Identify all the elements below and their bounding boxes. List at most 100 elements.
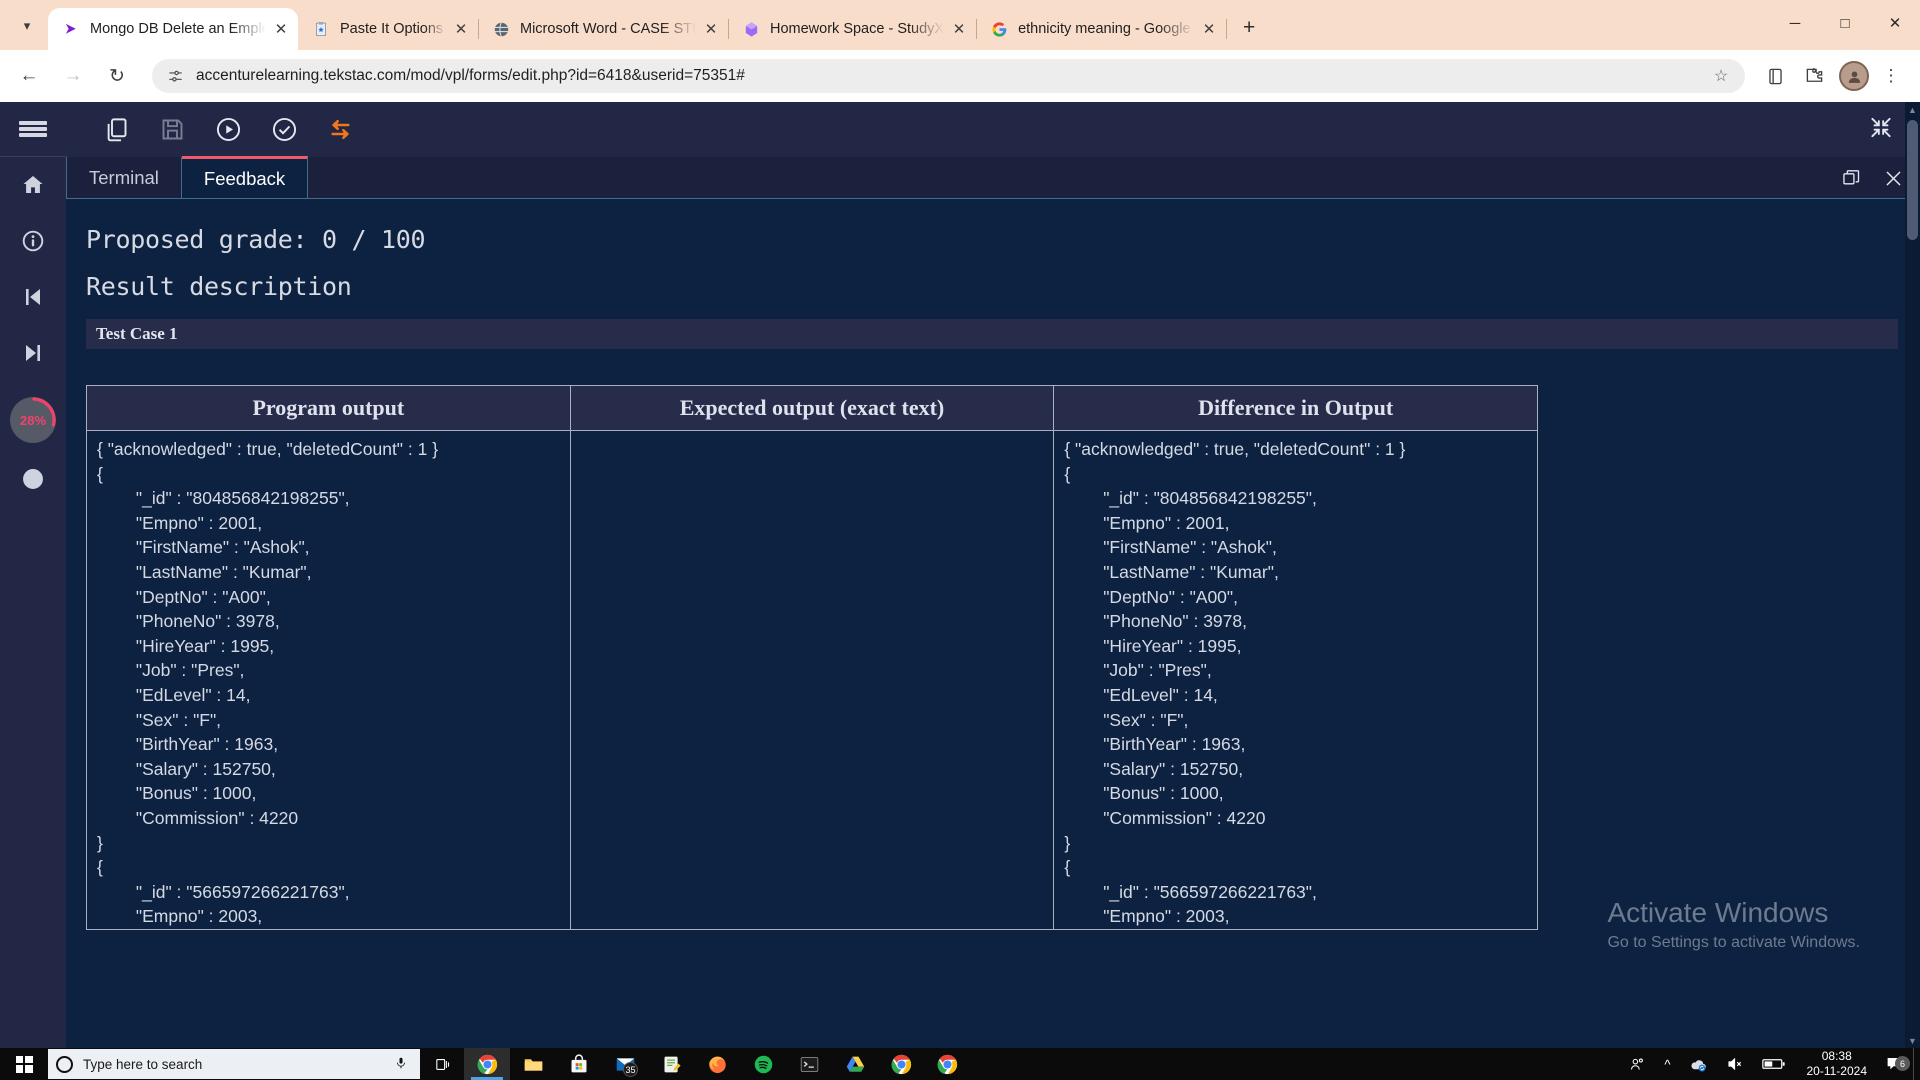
windows-taskbar: Type here to search 35 ^ 08:38 20-11-202… xyxy=(0,1048,1920,1080)
sidebar-item-previous[interactable] xyxy=(0,269,66,325)
progress-percent: 28% xyxy=(19,412,47,428)
system-tray: ^ 08:38 20-11-2024 6 xyxy=(1620,1048,1920,1080)
microphone-icon[interactable] xyxy=(394,1056,408,1073)
cortana-icon xyxy=(56,1055,73,1073)
main-column: Terminal Feedback Proposed grade: 0 / 10… xyxy=(66,102,1920,1048)
tab-close-icon[interactable]: ✕ xyxy=(1198,18,1220,40)
scroll-down-arrow-icon[interactable]: ▼ xyxy=(1905,1033,1920,1048)
tab-close-icon[interactable]: ✕ xyxy=(700,18,722,40)
tab-strip: ▾ Mongo DB Delete an Employee ✕ Paste It… xyxy=(0,0,1920,50)
tab-title: Paste It Options xyxy=(340,21,444,37)
chrome-icon-3 xyxy=(936,1053,958,1075)
task-view-icon[interactable] xyxy=(420,1048,464,1080)
menu-icon[interactable] xyxy=(0,102,66,157)
info-icon xyxy=(22,230,44,252)
watermark-subtitle: Go to Settings to activate Windows. xyxy=(1607,934,1860,951)
sidebar-item-home[interactable] xyxy=(0,157,66,213)
page-scrollbar[interactable]: ▲ ▼ xyxy=(1905,102,1920,1048)
sidebar-item-info[interactable] xyxy=(0,213,66,269)
tab-close-icon[interactable]: ✕ xyxy=(948,18,970,40)
show-desktop-button[interactable] xyxy=(1913,1048,1920,1080)
microsoft-store-icon[interactable] xyxy=(556,1048,602,1080)
reading-list-icon[interactable] xyxy=(1758,59,1792,93)
collapse-arrows-icon[interactable] xyxy=(1868,114,1894,145)
taskbar-clock[interactable]: 08:38 20-11-2024 xyxy=(1795,1049,1880,1079)
word-globe-icon xyxy=(492,20,510,38)
notification-count-badge: 6 xyxy=(1895,1056,1910,1071)
scroll-up-arrow-icon[interactable]: ▲ xyxy=(1905,102,1920,117)
maximize-button[interactable]: □ xyxy=(1820,1,1870,45)
people-icon[interactable] xyxy=(1620,1048,1655,1080)
notes-icon[interactable] xyxy=(648,1048,694,1080)
onedrive-icon[interactable] xyxy=(1680,1048,1717,1080)
spotify-icon[interactable] xyxy=(740,1048,786,1080)
browser-tab-4[interactable]: ethnicity meaning - Google Sea ✕ xyxy=(976,8,1228,50)
evaluate-icon[interactable] xyxy=(256,108,312,152)
chrome-window-icon[interactable] xyxy=(878,1048,924,1080)
bookmark-star-icon[interactable]: ☆ xyxy=(1709,64,1733,88)
drive-icon[interactable] xyxy=(832,1048,878,1080)
browser-tab-1[interactable]: Paste It Options ✕ xyxy=(298,8,479,50)
volume-muted-icon[interactable] xyxy=(1717,1048,1753,1080)
tab-close-icon[interactable]: ✕ xyxy=(450,18,472,40)
run-icon[interactable] xyxy=(200,108,256,152)
browser-tab-0[interactable]: Mongo DB Delete an Employee ✕ xyxy=(48,8,298,50)
forward-button[interactable]: → xyxy=(56,59,90,93)
extensions-icon[interactable] xyxy=(1797,59,1831,93)
new-tab-button[interactable]: + xyxy=(1234,13,1264,43)
mail-badge-count: 35 xyxy=(623,1062,638,1077)
file-explorer-icon[interactable] xyxy=(510,1048,556,1080)
taskbar-search-input[interactable]: Type here to search xyxy=(48,1049,420,1079)
search-placeholder: Type here to search xyxy=(83,1056,203,1072)
vpl-page: 28% Terminal Feedback Proposed grade: 0 … xyxy=(0,102,1920,1048)
sidebar-item-help[interactable] xyxy=(0,451,66,507)
column-header-program-output: Program output xyxy=(86,385,571,431)
profile-avatar[interactable] xyxy=(1839,61,1869,91)
browser-tab-3[interactable]: Homework Space - StudyX ✕ xyxy=(728,8,978,50)
clock-time: 08:38 xyxy=(1821,1049,1852,1063)
sidebar-item-next[interactable] xyxy=(0,325,66,381)
table-row: { "acknowledged" : true, "deletedCount" … xyxy=(86,430,1538,930)
windows-logo-icon xyxy=(15,1055,33,1073)
chrome-icon-2 xyxy=(890,1053,912,1075)
tab-feedback[interactable]: Feedback xyxy=(181,156,309,198)
firefox-icon[interactable] xyxy=(694,1048,740,1080)
help-icon xyxy=(23,469,43,489)
chrome-window-2-icon[interactable] xyxy=(924,1048,970,1080)
start-button[interactable] xyxy=(0,1048,48,1080)
close-window-button[interactable]: ✕ xyxy=(1870,1,1920,45)
terminal-icon[interactable] xyxy=(786,1048,832,1080)
tab-terminal[interactable]: Terminal xyxy=(66,157,182,198)
reset-icon[interactable] xyxy=(312,108,368,152)
cell-difference-output: { "acknowledged" : true, "deletedCount" … xyxy=(1053,430,1538,930)
spotify-logo-icon xyxy=(752,1053,774,1075)
drive-logo-icon xyxy=(844,1053,866,1075)
notification-center-button[interactable]: 6 xyxy=(1879,1055,1913,1073)
battery-icon[interactable] xyxy=(1753,1048,1795,1080)
back-button[interactable]: ← xyxy=(12,59,46,93)
table-header-row: Program output Expected output (exact te… xyxy=(86,385,1538,431)
minimize-button[interactable]: ─ xyxy=(1770,1,1820,45)
tab-search-icon[interactable]: ▾ xyxy=(12,11,42,41)
close-panel-icon[interactable] xyxy=(1883,168,1904,189)
browser-tab-2[interactable]: Microsoft Word - CASE STUDY ✕ xyxy=(478,8,729,50)
firefox-logo-icon xyxy=(706,1053,728,1075)
tab-title: Microsoft Word - CASE STUDY xyxy=(520,21,696,37)
chrome-menu-icon[interactable]: ⋮ xyxy=(1874,59,1908,93)
save-icon[interactable] xyxy=(144,108,200,152)
reload-button[interactable]: ↻ xyxy=(100,59,134,93)
address-bar[interactable]: accenturelearning.tekstac.com/mod/vpl/fo… xyxy=(152,59,1745,93)
site-settings-icon[interactable] xyxy=(164,65,186,87)
course-progress-indicator[interactable]: 28% xyxy=(10,397,56,443)
show-hidden-icons-chevron[interactable]: ^ xyxy=(1655,1048,1679,1080)
copy-files-icon[interactable] xyxy=(88,108,144,152)
chrome-taskbar-icon[interactable] xyxy=(464,1048,510,1080)
tab-close-icon[interactable]: ✕ xyxy=(270,18,292,40)
tab-separator xyxy=(1226,19,1228,39)
panel-tab-row: Terminal Feedback xyxy=(66,156,1920,199)
restore-window-icon[interactable] xyxy=(1841,168,1861,188)
mail-icon[interactable]: 35 xyxy=(602,1048,648,1080)
scrollbar-thumb[interactable] xyxy=(1907,120,1918,240)
console-icon xyxy=(798,1053,820,1075)
tab-title: Mongo DB Delete an Employee xyxy=(90,21,266,37)
